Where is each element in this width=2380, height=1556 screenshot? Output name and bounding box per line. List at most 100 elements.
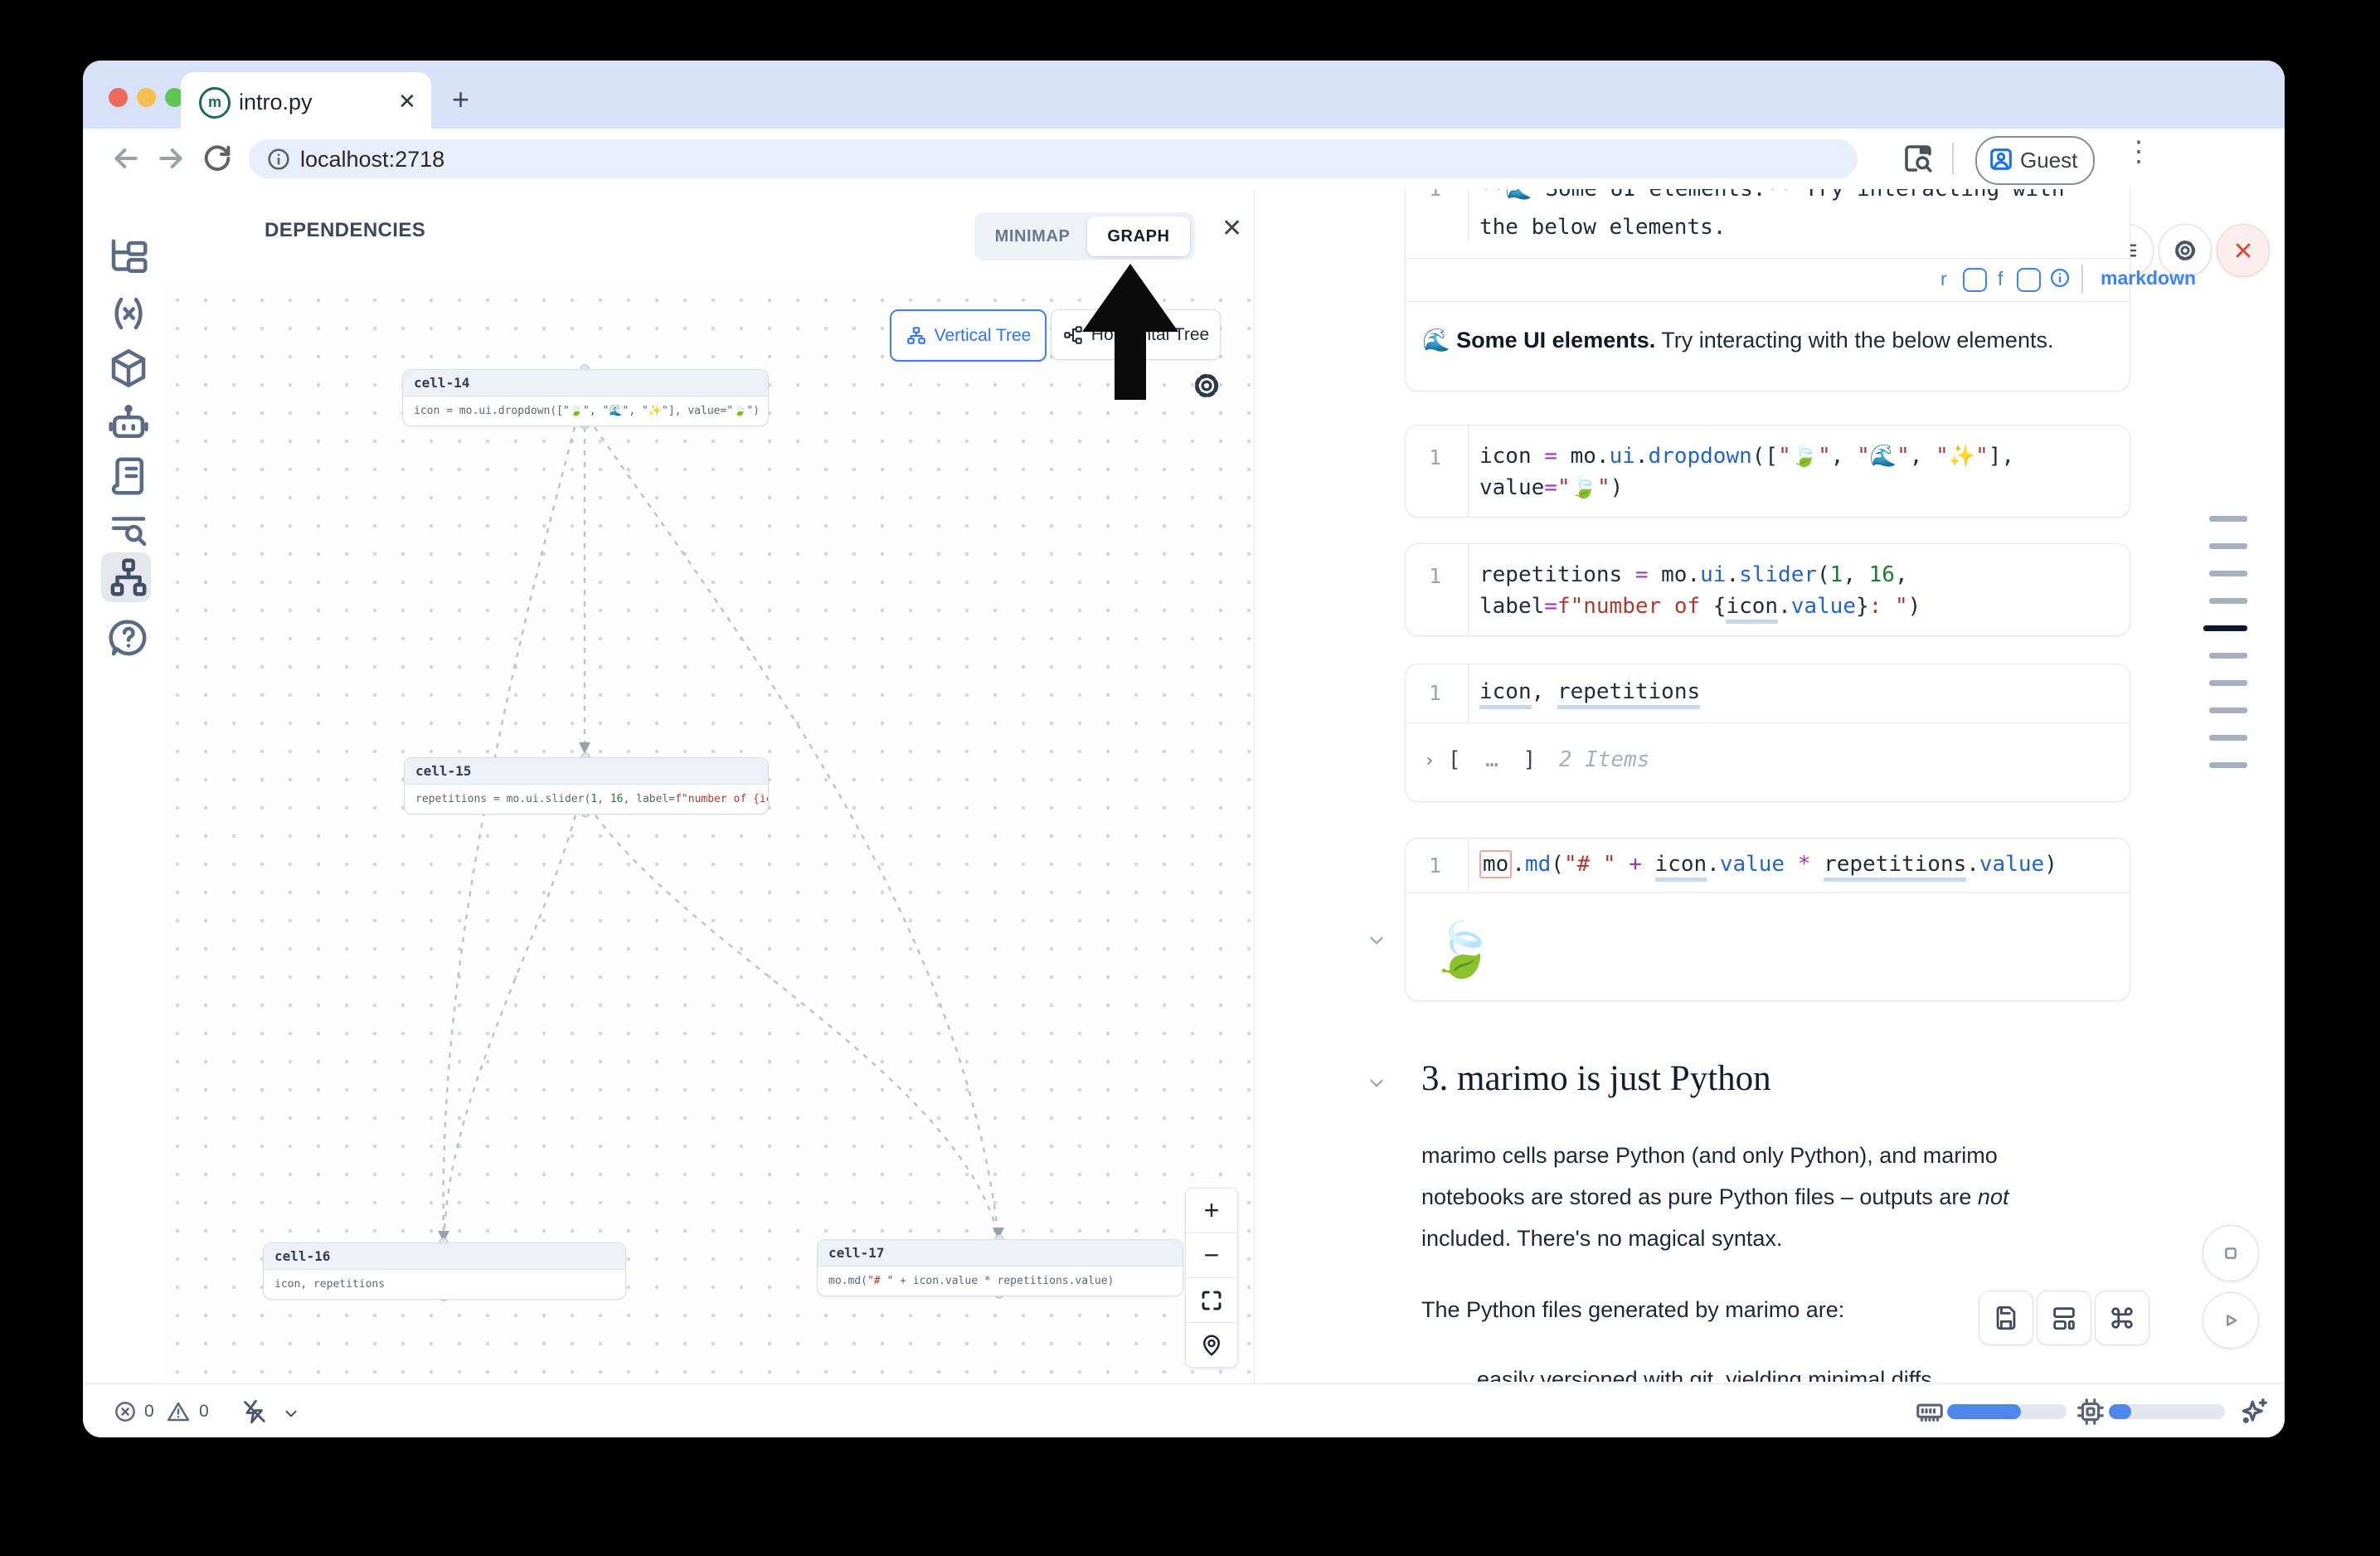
minimap-mark[interactable] bbox=[2209, 735, 2247, 741]
graph-node-cell-15[interactable]: cell-15 repetitions = mo.ui.slider(1, 16… bbox=[404, 757, 769, 814]
shutdown-close-icon[interactable] bbox=[2217, 224, 2270, 277]
output-collapse-chevron-icon[interactable] bbox=[1366, 930, 1387, 951]
dependencies-icon[interactable] bbox=[106, 555, 151, 600]
cell-info-icon[interactable] bbox=[2048, 266, 2072, 289]
node-code: icon = mo.ui.dropdown(["🍃", "🌊", "✨"], v… bbox=[403, 396, 768, 425]
graph-node-cell-16[interactable]: cell-16 icon, repetitions bbox=[263, 1242, 626, 1300]
profile-button[interactable]: Guest bbox=[1975, 136, 2095, 185]
minimap-mark-active[interactable] bbox=[2203, 625, 2247, 631]
help-icon[interactable] bbox=[106, 615, 151, 660]
code-cell-dropdown[interactable]: 1 icon = mo.ui.dropdown(["🍃", "🌊", "✨"],… bbox=[1405, 425, 2130, 518]
command-palette-button[interactable] bbox=[2095, 1291, 2149, 1345]
reload-icon[interactable] bbox=[201, 142, 234, 175]
cpu-usage-bar bbox=[2109, 1404, 2225, 1419]
logs-icon[interactable] bbox=[106, 508, 151, 552]
minimap-mark[interactable] bbox=[2209, 571, 2247, 576]
tab-title: intro.py bbox=[239, 90, 313, 115]
packages-icon[interactable] bbox=[106, 346, 151, 391]
line-gutter: 1 bbox=[1406, 189, 1469, 241]
pointer-arrow-annotation bbox=[1082, 264, 1178, 400]
warnings-icon[interactable] bbox=[166, 1399, 191, 1424]
section-collapse-chevron-icon[interactable] bbox=[1366, 1072, 1387, 1094]
format-toggle-label: f bbox=[1998, 268, 2003, 290]
new-tab-button[interactable]: + bbox=[452, 85, 469, 114]
cpu-icon bbox=[2075, 1396, 2106, 1427]
interrupt-button[interactable] bbox=[2203, 1225, 2259, 1281]
reactive-toggle-label: r bbox=[1940, 268, 1947, 290]
code-cell-md-output[interactable]: 1 mo.md("# " + icon.value * repetitions.… bbox=[1405, 838, 2130, 1001]
line-gutter: 1 bbox=[1406, 664, 1469, 722]
code-line[interactable]: **🌊 Some UI elements.** Try interacting … bbox=[1479, 189, 2064, 202]
toolbar-divider bbox=[1952, 143, 1954, 174]
minimap-mark[interactable] bbox=[2209, 680, 2247, 686]
line-gutter: 1 bbox=[1406, 839, 1469, 892]
forward-icon[interactable] bbox=[154, 142, 187, 175]
close-window-button[interactable] bbox=[109, 88, 128, 107]
minimap-mark[interactable] bbox=[2209, 653, 2247, 659]
graph-node-cell-14[interactable]: cell-14 icon = mo.ui.dropdown(["🍃", "🌊",… bbox=[402, 369, 769, 426]
cell-footer-bar: r f markdown bbox=[1406, 259, 2130, 301]
node-title: cell-16 bbox=[264, 1243, 625, 1270]
minimap-mark[interactable] bbox=[2209, 707, 2247, 713]
notebook-panel: 1 **🌊 Some UI elements.** Try interactin… bbox=[1254, 189, 2285, 1383]
layout-toggle-button[interactable] bbox=[2037, 1291, 2091, 1345]
code-line[interactable]: label=f"number of {icon.value}: ") bbox=[1479, 594, 1921, 619]
site-info-icon[interactable] bbox=[265, 146, 292, 173]
code-cell-tuple[interactable]: 1 icon, repetitions › [ … ] 2 Items bbox=[1405, 664, 2130, 802]
url-text: localhost:2718 bbox=[300, 147, 444, 173]
node-code: icon, repetitions bbox=[264, 1270, 625, 1299]
code-line[interactable]: icon, repetitions bbox=[1479, 679, 1700, 704]
expand-chevron[interactable]: › bbox=[1424, 751, 1435, 771]
code-cell-slider[interactable]: 1 repetitions = mo.ui.slider(1, 16, labe… bbox=[1405, 543, 2130, 636]
graph-node-cell-17[interactable]: cell-17 mo.md("# " + icon.value * repeti… bbox=[817, 1239, 1183, 1296]
language-label[interactable]: markdown bbox=[2101, 267, 2196, 289]
ai-sparkle-icon[interactable] bbox=[2237, 1395, 2271, 1428]
code-line[interactable]: repetitions = mo.ui.slider(1, 16, bbox=[1479, 562, 1908, 587]
variables-icon[interactable] bbox=[106, 291, 151, 336]
panel-close-icon[interactable]: ✕ bbox=[1222, 214, 1242, 243]
address-bar[interactable]: localhost:2718 bbox=[249, 139, 1858, 178]
minimap-mark[interactable] bbox=[2209, 598, 2247, 604]
status-bar: 0 0 bbox=[83, 1383, 2285, 1437]
format-toggle-checkbox[interactable] bbox=[2017, 268, 2041, 292]
tuple-output[interactable]: › [ … ] 2 Items bbox=[1424, 747, 1649, 772]
app-content: DEPENDENCIES MINIMAP GRAPH ✕ bbox=[83, 189, 2285, 1383]
autorun-disabled-icon[interactable] bbox=[240, 1398, 269, 1426]
back-icon[interactable] bbox=[109, 142, 143, 175]
runtime-menu-chevron-icon[interactable] bbox=[280, 1403, 302, 1424]
section-line: The Python files generated by marimo are… bbox=[1421, 1289, 1844, 1330]
section-paragraph: marimo cells parse Python (and only Pyth… bbox=[1421, 1135, 2072, 1259]
snippets-icon[interactable] bbox=[106, 454, 151, 498]
browser-tab[interactable]: m intro.py ✕ bbox=[181, 72, 431, 129]
reactive-toggle-checkbox[interactable] bbox=[1963, 268, 1987, 292]
code-line[interactable]: the below elements. bbox=[1479, 215, 1726, 240]
browser-menu-icon[interactable]: ⋮ bbox=[2125, 135, 2153, 168]
dependency-graph-canvas[interactable]: Vertical Tree Horizontal Tree cell-14 ic… bbox=[163, 286, 1254, 1383]
toggle-graph[interactable]: GRAPH bbox=[1087, 216, 1190, 256]
minimap-mark[interactable] bbox=[2209, 762, 2247, 768]
minimize-window-button[interactable] bbox=[137, 88, 156, 107]
code-line[interactable]: mo.md("# " + icon.value * repetitions.va… bbox=[1479, 852, 2057, 877]
node-title: cell-14 bbox=[403, 370, 768, 396]
minimap-mark[interactable] bbox=[2209, 543, 2247, 549]
code-line[interactable]: icon = mo.ui.dropdown(["🍃", "🌊", "✨"], bbox=[1479, 444, 2014, 469]
clipped-text: easily versioned with git, yielding mini… bbox=[1477, 1359, 2057, 1382]
browser-window: m intro.py ✕ + localhost:2718 bbox=[83, 61, 2285, 1437]
file-explorer-icon[interactable] bbox=[106, 236, 151, 280]
code-line[interactable]: value="🍃") bbox=[1479, 475, 1623, 500]
node-title: cell-17 bbox=[818, 1240, 1183, 1267]
run-button[interactable] bbox=[2203, 1292, 2259, 1349]
leaf-emoji-output: 🍃 bbox=[1429, 912, 1495, 988]
toggle-minimap[interactable]: MINIMAP bbox=[979, 216, 1086, 256]
ram-icon bbox=[1914, 1396, 1945, 1427]
markdown-cell[interactable]: 1 **🌊 Some UI elements.** Try interactin… bbox=[1405, 189, 2130, 391]
save-button[interactable] bbox=[1979, 1291, 2033, 1345]
divider bbox=[1406, 301, 2130, 302]
errors-icon[interactable] bbox=[113, 1399, 138, 1424]
tab-close-icon[interactable]: ✕ bbox=[398, 89, 416, 114]
minimap-mark[interactable] bbox=[2209, 516, 2247, 522]
node-title: cell-15 bbox=[405, 758, 768, 785]
markdown-output: 🌊 Some UI elements. Try interacting with… bbox=[1422, 327, 2053, 353]
ai-assistant-icon[interactable] bbox=[106, 401, 151, 445]
tab-search-icon[interactable] bbox=[1901, 141, 1936, 176]
